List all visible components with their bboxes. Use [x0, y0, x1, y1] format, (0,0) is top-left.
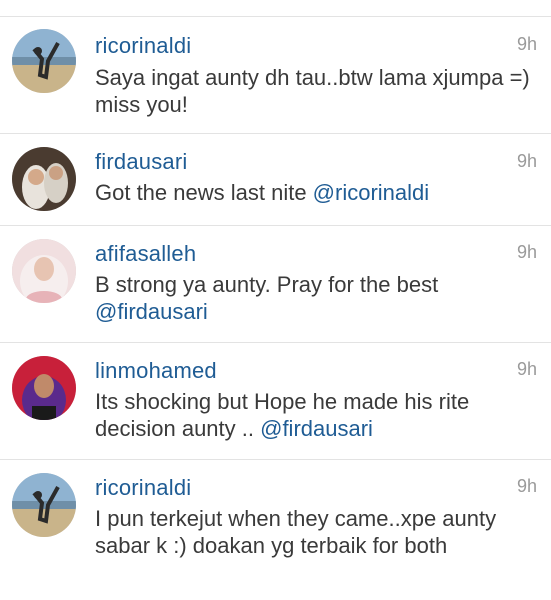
couple-avatar-image: [12, 147, 76, 211]
beach-avatar-image: [12, 473, 76, 537]
avatar[interactable]: [12, 473, 76, 537]
comment-mention[interactable]: @ricorinaldi: [313, 180, 429, 205]
avatar[interactable]: [12, 239, 76, 303]
comment-item: afifasalleh 9h B strong ya aunty. Pray f…: [0, 227, 551, 343]
comment-body: Got the news last nite: [95, 180, 313, 205]
comment-timestamp: 9h: [516, 242, 537, 262]
comment-username[interactable]: ricorinaldi: [95, 475, 191, 501]
comment-item: linmohamed 9h Its shocking but Hope he m…: [0, 344, 551, 460]
comment-mention[interactable]: @firdausari: [260, 416, 373, 441]
comment-username[interactable]: afifasalleh: [95, 241, 196, 267]
comment-text: Its shocking but Hope he made his rite d…: [95, 388, 537, 442]
comment-username[interactable]: linmohamed: [95, 358, 217, 384]
comment-text: Got the news last nite @ricorinaldi: [95, 179, 537, 206]
comments-feed: ricorinaldi 9h Saya ingat aunty dh tau..…: [0, 0, 551, 600]
comment-timestamp: 9h: [516, 34, 537, 54]
beach-avatar-image: [12, 29, 76, 93]
purple-hair-avatar-image: [12, 356, 76, 420]
avatar[interactable]: [12, 29, 76, 93]
comment-timestamp: 9h: [516, 151, 537, 171]
comment-body: I pun terkejut when they came..xpe aunty…: [95, 506, 497, 558]
comment-body: B strong ya aunty. Pray for the best: [95, 272, 439, 297]
comment-text: I pun terkejut when they came..xpe aunty…: [95, 505, 537, 559]
comment-mention[interactable]: @firdausari: [95, 299, 208, 324]
comment-username[interactable]: firdausari: [95, 149, 187, 175]
avatar[interactable]: [12, 356, 76, 420]
comment-item: firdausari 9h Got the news last nite @ri…: [0, 135, 551, 226]
comment-timestamp: 9h: [516, 476, 537, 496]
avatar[interactable]: [12, 147, 76, 211]
comment-item: ricorinaldi 9h Saya ingat aunty dh tau..…: [0, 17, 551, 134]
hijab-avatar-image: [12, 239, 76, 303]
comment-timestamp: 9h: [516, 359, 537, 379]
comment-username[interactable]: ricorinaldi: [95, 33, 191, 59]
comment-body: Saya ingat aunty dh tau..btw lama xjumpa…: [95, 65, 530, 117]
comment-item: ricorinaldi 9h I pun terkejut when they …: [0, 461, 551, 600]
comment-text: Saya ingat aunty dh tau..btw lama xjumpa…: [95, 64, 537, 118]
comment-text: B strong ya aunty. Pray for the best @fi…: [95, 271, 537, 325]
